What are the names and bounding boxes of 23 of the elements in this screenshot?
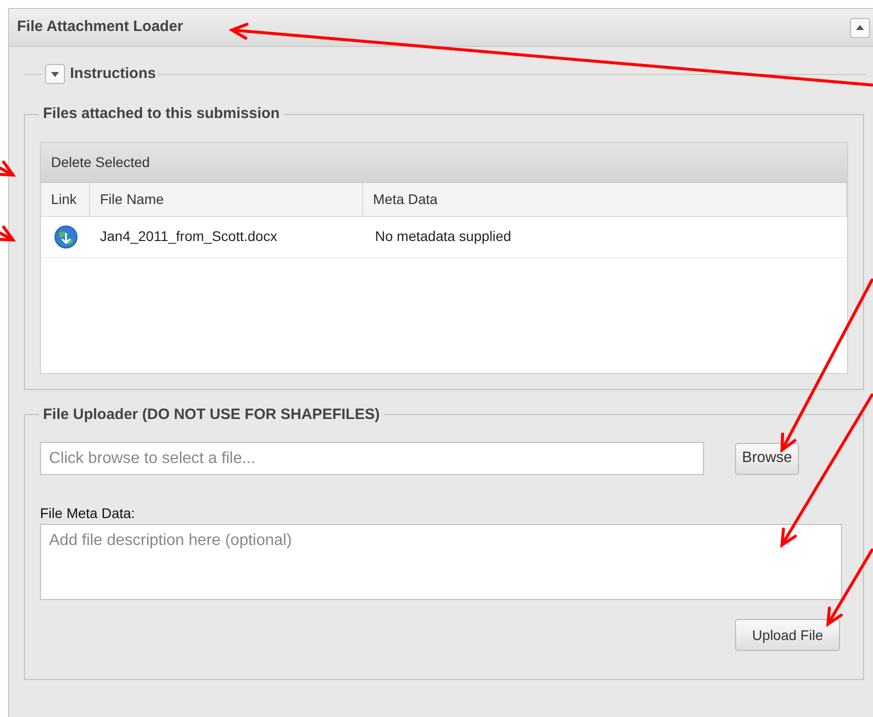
meta-data-label: File Meta Data: bbox=[40, 504, 136, 523]
attached-files-legend: Files attached to this submission bbox=[39, 103, 284, 126]
delete-selected-button[interactable]: Delete Selected bbox=[51, 152, 150, 172]
caret-up-icon bbox=[856, 25, 864, 30]
annotation-arrow bbox=[0, 226, 16, 242]
meta-data-cell-text: No metadata supplied bbox=[374, 227, 512, 246]
panel-title: File Attachment Loader bbox=[17, 17, 184, 38]
file-name-cell-text: Jan4_2011_from_Scott.docx bbox=[99, 227, 278, 246]
annotation-arrow bbox=[0, 160, 16, 177]
column-header[interactable]: File Name bbox=[90, 182, 363, 216]
browse-button[interactable]: Browse bbox=[735, 442, 800, 474]
file-path-field[interactable]: Click browse to select a file... bbox=[40, 442, 704, 475]
uploader-legend: File Uploader (DO NOT USE FOR SHAPEFILES) bbox=[39, 404, 384, 426]
meta-data-field[interactable]: Add file description here (optional) bbox=[40, 524, 842, 600]
globe-link-icon[interactable] bbox=[54, 224, 78, 248]
collapse-button[interactable] bbox=[850, 18, 870, 38]
caret-down-icon bbox=[51, 72, 59, 76]
instructions-toggle-button[interactable] bbox=[45, 64, 65, 84]
upload-file-button[interactable]: Upload File bbox=[735, 619, 840, 651]
instructions-legend: Instructions bbox=[68, 62, 158, 86]
file-row[interactable]: Jan4_2011_from_Scott.docx No metadata supplied bbox=[41, 216, 847, 258]
column-header[interactable]: Meta Data bbox=[363, 182, 847, 216]
column-header[interactable]: Link bbox=[41, 182, 90, 216]
